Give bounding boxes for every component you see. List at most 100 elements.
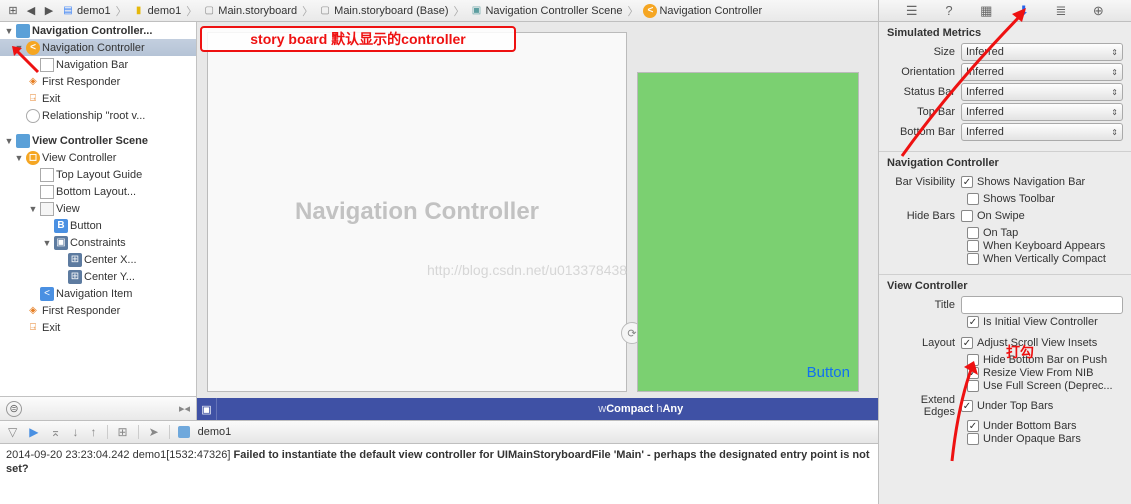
item-constraints[interactable]: ▼▣Constraints (0, 234, 196, 251)
full-screen-checkbox[interactable] (967, 380, 979, 392)
related-items-icon[interactable]: ⊞ (4, 2, 22, 20)
section-title: Navigation Controller (887, 157, 1123, 169)
crumb-controller[interactable]: <Navigation Controller (640, 4, 765, 18)
when-compact-checkbox[interactable] (967, 253, 979, 265)
scene-nav-controller[interactable]: ▼Navigation Controller... (0, 22, 196, 39)
crumb-label: Main.storyboard (Base) (334, 5, 448, 17)
crumb-label: Navigation Controller (659, 5, 762, 17)
shows-navbar-checkbox[interactable]: ✓ (961, 176, 973, 188)
item-view[interactable]: ▼View (0, 200, 196, 217)
shows-navbar-label: Shows Navigation Bar (977, 176, 1085, 188)
nav-forward[interactable]: ▶ (40, 2, 58, 20)
title-label: Title (887, 299, 961, 311)
item-bottom-guide[interactable]: Bottom Layout... (0, 183, 196, 200)
continue-icon[interactable]: ▶ (27, 425, 40, 439)
barvis-label: Bar Visibility (887, 176, 961, 188)
crumb-group[interactable]: ▮demo1 (129, 4, 185, 18)
resize-nib-checkbox[interactable] (967, 367, 979, 379)
item-top-guide[interactable]: Top Layout Guide (0, 166, 196, 183)
is-initial-checkbox[interactable] (967, 316, 979, 328)
item-center-y[interactable]: ⊞Center Y... (0, 268, 196, 285)
crumb-label: demo1 (77, 5, 111, 17)
step-in-icon[interactable]: ↓ (71, 425, 81, 439)
console[interactable]: 2014-09-20 23:23:04.242 demo1[1532:47326… (0, 444, 878, 504)
document-outline: ▼Navigation Controller... ▼<Navigation C… (0, 22, 197, 420)
guide-icon (40, 185, 54, 199)
identity-inspector-tab[interactable]: ▦ (976, 2, 996, 20)
file-inspector-tab[interactable]: ☰ (902, 2, 922, 20)
hide-debug-icon[interactable]: ▽ (6, 425, 19, 439)
folder-icon: ▮ (132, 4, 146, 18)
hide-bottom-checkbox[interactable] (967, 354, 979, 366)
item-nav-bar[interactable]: Navigation Bar (0, 56, 196, 73)
item-first-responder[interactable]: ◈First Responder (0, 73, 196, 90)
crumb-label: Navigation Controller Scene (485, 5, 622, 17)
when-compact-label: When Vertically Compact (983, 253, 1106, 265)
location-icon[interactable]: ➤ (147, 425, 161, 439)
resize-nib-label: Resize View From NIB (983, 367, 1093, 379)
filter-button[interactable]: ⊜ (6, 401, 22, 417)
shows-toolbar-label: Shows Toolbar (983, 193, 1055, 205)
simulated-metrics-section: Simulated Metrics SizeInferred⇕ Orientat… (879, 22, 1131, 152)
inspector-tabs: ☰ ? ▦ ⬇ ≣ ⊕ (879, 0, 1131, 22)
under-opaque-checkbox[interactable] (967, 433, 979, 445)
step-over-icon[interactable]: ⌅ (48, 425, 62, 439)
crumb-scene[interactable]: ▣Navigation Controller Scene (466, 4, 625, 18)
view-icon (40, 202, 54, 216)
statusbar-label: Status Bar (887, 86, 961, 98)
under-opaque-label: Under Opaque Bars (983, 433, 1081, 445)
adjust-scroll-checkbox[interactable]: ✓ (961, 337, 973, 349)
is-initial-label: Is Initial View Controller (983, 316, 1098, 328)
help-inspector-tab[interactable]: ? (939, 2, 959, 20)
on-swipe-label: On Swipe (977, 210, 1025, 222)
outline-tree[interactable]: ▼Navigation Controller... ▼<Navigation C… (0, 22, 196, 396)
view-controller-scene[interactable]: Button (637, 72, 859, 392)
outline-toggle-button[interactable]: ▣ (197, 403, 216, 416)
outline-toggle[interactable]: ▸◂ (179, 402, 190, 415)
statusbar-popup[interactable]: Inferred⇕ (961, 83, 1123, 101)
constraint-icon: ⊞ (68, 270, 82, 284)
view-controller-section: View Controller Title Is Initial View Co… (879, 275, 1131, 454)
scene-view-controller[interactable]: ▼View Controller Scene (0, 132, 196, 149)
item-center-x[interactable]: ⊞Center X... (0, 251, 196, 268)
view-debug-icon[interactable]: ⊞ (116, 425, 130, 439)
nav-back[interactable]: ◀ (22, 2, 40, 20)
process-icon (178, 426, 190, 438)
title-input[interactable] (961, 296, 1123, 314)
item-nav-controller[interactable]: ▼<Navigation Controller (0, 39, 196, 56)
under-top-checkbox[interactable]: ✓ (961, 400, 973, 412)
console-timestamp: 2014-09-20 23:23:04.242 demo1[1532:47326… (6, 449, 234, 461)
size-popup[interactable]: Inferred⇕ (961, 43, 1123, 61)
item-nav-item[interactable]: <Navigation Item (0, 285, 196, 302)
nav-controller-scene[interactable]: Navigation Controller (207, 32, 627, 392)
on-tap-label: On Tap (983, 227, 1018, 239)
shows-toolbar-checkbox[interactable] (967, 193, 979, 205)
item-exit-2[interactable]: ⍈Exit (0, 319, 196, 336)
crumb-storyboard[interactable]: ▢Main.storyboard (199, 4, 300, 18)
item-relationship[interactable]: Relationship "root v... (0, 107, 196, 124)
topbar-popup[interactable]: Inferred⇕ (961, 103, 1123, 121)
item-view-controller[interactable]: ▼◻View Controller (0, 149, 196, 166)
crumb-storyboard-base[interactable]: ▢Main.storyboard (Base) (315, 4, 451, 18)
annotation-callout-1: story board 默认显示的controller (200, 26, 516, 52)
debug-bar: ▽ ▶ ⌅ ↓ ↑ ⊞ ➤ demo1 (0, 420, 878, 444)
orientation-popup[interactable]: Inferred⇕ (961, 63, 1123, 81)
connections-inspector-tab[interactable]: ⊕ (1088, 2, 1108, 20)
item-exit[interactable]: ⍈Exit (0, 90, 196, 107)
on-tap-checkbox[interactable] (967, 227, 979, 239)
size-inspector-tab[interactable]: ≣ (1051, 2, 1071, 20)
item-first-responder-2[interactable]: ◈First Responder (0, 302, 196, 319)
guide-icon (40, 168, 54, 182)
when-keyboard-checkbox[interactable] (967, 240, 979, 252)
item-button[interactable]: BButton (0, 217, 196, 234)
process-name[interactable]: demo1 (198, 426, 232, 438)
attributes-inspector-tab[interactable]: ⬇ (1014, 2, 1034, 20)
bottombar-label: Bottom Bar (887, 126, 961, 138)
on-swipe-checkbox[interactable] (961, 210, 973, 222)
canvas-button[interactable]: Button (807, 364, 850, 381)
bottombar-popup[interactable]: Inferred⇕ (961, 123, 1123, 141)
step-out-icon[interactable]: ↑ (89, 425, 99, 439)
size-label: Size (887, 46, 961, 58)
under-bottom-checkbox[interactable] (967, 420, 979, 432)
crumb-project[interactable]: ▤demo1 (58, 4, 114, 18)
